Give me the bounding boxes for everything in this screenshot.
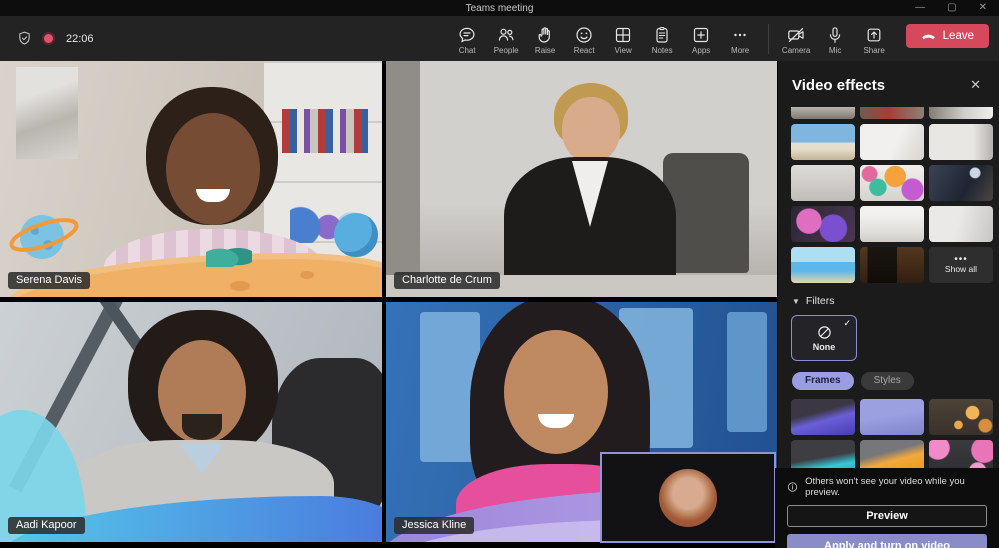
background-thumbnail[interactable] xyxy=(860,165,924,201)
chat-icon xyxy=(459,27,475,43)
people-button[interactable]: People xyxy=(487,22,526,55)
preview-notice: Others won't see your video while you pr… xyxy=(787,476,987,498)
window-decor xyxy=(727,312,767,432)
info-icon xyxy=(787,482,798,492)
background-thumbnail[interactable] xyxy=(929,124,993,160)
tab-frames[interactable]: Frames xyxy=(792,372,854,390)
leave-button[interactable]: Leave xyxy=(905,24,989,48)
filters-section-toggle[interactable]: ▼ Filters xyxy=(778,283,999,307)
leaves-decor xyxy=(206,241,252,267)
sand-hole-decor xyxy=(230,281,250,291)
people-icon xyxy=(498,28,514,41)
participant-name-label: Aadi Kapoor xyxy=(8,517,85,534)
tab-styles[interactable]: Styles xyxy=(860,372,914,390)
video-tile-serena-davis[interactable]: Serena Davis xyxy=(0,61,382,297)
maximize-icon[interactable]: ▢ xyxy=(947,0,956,16)
filter-tabs: Frames Styles xyxy=(778,361,999,390)
preview-button[interactable]: Preview xyxy=(787,505,987,527)
react-icon xyxy=(576,27,592,43)
view-button[interactable]: View xyxy=(604,22,643,55)
minimize-icon[interactable]: — xyxy=(915,0,925,16)
background-thumbnail[interactable] xyxy=(860,247,924,283)
self-view-avatar xyxy=(659,468,717,527)
frame-thumbnail[interactable] xyxy=(860,399,924,435)
raise-hand-button[interactable]: Raise xyxy=(526,22,565,55)
share-button[interactable]: Share xyxy=(855,22,894,55)
none-slash-icon xyxy=(817,326,831,339)
background-thumbnail[interactable] xyxy=(860,124,924,160)
meeting-toolbar: 22:06 Chat People Raise React View Notes… xyxy=(0,16,999,61)
more-icon xyxy=(734,33,746,37)
participant-name-label: Charlotte de Crum xyxy=(394,272,500,289)
chevron-down-icon: ▼ xyxy=(792,296,800,306)
window-title: Teams meeting xyxy=(465,2,534,14)
background-thumbnails: ••• Show all xyxy=(778,107,999,283)
mic-icon xyxy=(829,27,841,43)
participant-beard xyxy=(182,414,222,440)
phone-hangup-icon xyxy=(921,34,935,40)
ellipsis-icon: ••• xyxy=(954,253,968,265)
toolbar-buttons: Chat People Raise React View Notes Apps … xyxy=(448,22,989,55)
filter-none-option[interactable]: ✓ None xyxy=(791,315,857,361)
background-thumbnail[interactable] xyxy=(791,107,855,119)
panel-header: Video effects ✕ xyxy=(778,61,999,103)
self-preview-tile[interactable] xyxy=(600,452,776,543)
background-thumbnail[interactable] xyxy=(860,107,924,119)
react-button[interactable]: React xyxy=(565,22,604,55)
apply-and-turn-on-video-button[interactable]: Apply and turn on video xyxy=(787,534,987,548)
apps-icon xyxy=(694,27,709,43)
background-thumbnail[interactable] xyxy=(791,124,855,160)
recording-indicator-icon xyxy=(42,32,55,45)
share-icon xyxy=(867,28,881,42)
frame-thumbnail[interactable] xyxy=(929,399,993,435)
background-thumbnail[interactable] xyxy=(791,247,855,283)
toolbar-divider xyxy=(767,24,769,54)
mic-button[interactable]: Mic xyxy=(816,22,855,55)
participant-face xyxy=(504,330,608,454)
saturn-planet-decor xyxy=(9,215,79,259)
meeting-timer: 22:06 xyxy=(66,32,94,45)
apps-button[interactable]: Apps xyxy=(682,22,721,55)
more-button[interactable]: More xyxy=(721,22,760,55)
show-all-button[interactable]: ••• Show all xyxy=(929,247,993,283)
teams-meeting-window: Teams meeting — ▢ ✕ 22:06 Chat People Ra… xyxy=(0,0,999,548)
camera-off-icon xyxy=(788,28,804,42)
shield-check-icon xyxy=(19,31,30,45)
background-thumbnail[interactable] xyxy=(929,165,993,201)
notes-button[interactable]: Notes xyxy=(643,22,682,55)
view-icon xyxy=(616,27,631,43)
frame-thumbnail[interactable] xyxy=(791,399,855,435)
participant-face xyxy=(166,113,260,225)
chat-button[interactable]: Chat xyxy=(448,22,487,55)
titlebar: Teams meeting — ▢ ✕ xyxy=(0,0,999,16)
participant-name-label: Jessica Kline xyxy=(394,517,475,534)
wall-decor xyxy=(386,61,420,297)
background-thumbnail[interactable] xyxy=(791,206,855,242)
books-decor xyxy=(282,109,368,153)
background-thumbnail[interactable] xyxy=(929,206,993,242)
panel-close-icon[interactable]: ✕ xyxy=(966,75,985,95)
raise-hand-icon xyxy=(538,27,551,43)
mini-planet-decor xyxy=(334,213,378,257)
preview-footer: Others won't see your video while you pr… xyxy=(775,468,999,548)
meeting-info: 22:06 xyxy=(16,30,94,47)
close-icon[interactable]: ✕ xyxy=(979,0,987,16)
check-icon: ✓ xyxy=(843,318,851,328)
video-grid: Serena Davis Charlotte de Crum Aadi Kapo… xyxy=(0,61,778,548)
background-thumbnail[interactable] xyxy=(929,107,993,119)
background-thumbnail[interactable] xyxy=(791,165,855,201)
poster-decor xyxy=(16,67,78,159)
participant-name-label: Serena Davis xyxy=(8,272,91,289)
background-thumbnail[interactable] xyxy=(860,206,924,242)
participant-face xyxy=(562,97,620,163)
panel-title: Video effects xyxy=(792,76,886,94)
video-tile-aadi-kapoor[interactable]: Aadi Kapoor xyxy=(0,302,382,542)
camera-button[interactable]: Camera xyxy=(777,22,816,55)
notes-icon xyxy=(656,27,668,43)
window-controls: — ▢ ✕ xyxy=(915,0,991,16)
sand-hole-decor xyxy=(300,271,314,279)
video-tile-charlotte-de-crum[interactable]: Charlotte de Crum xyxy=(386,61,777,297)
